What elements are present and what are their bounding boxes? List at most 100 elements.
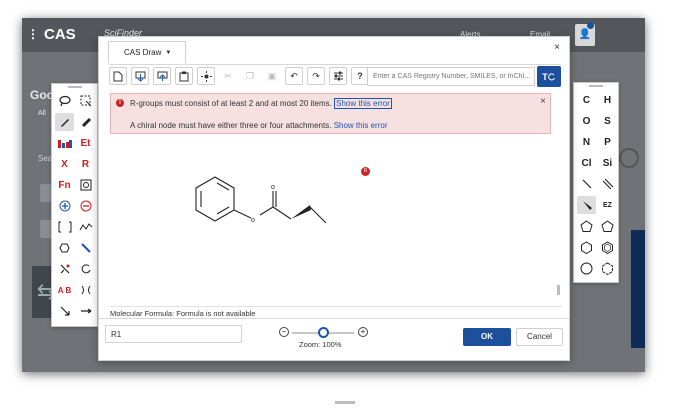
pencil-icon[interactable] — [55, 113, 74, 131]
settings-sliders-icon[interactable] — [329, 67, 347, 85]
zoom-out-button[interactable]: − — [279, 327, 289, 337]
marquee-select-icon[interactable] — [76, 92, 95, 110]
alert-close-button[interactable]: × — [540, 96, 546, 107]
carbonyl-double-bond — [272, 191, 277, 207]
cas-draw-dialog: CAS Draw ▼ × ✂ ❐ ▣ ↶ ↷ ? T — [98, 36, 570, 404]
cyclohexane-icon[interactable] — [577, 238, 596, 256]
cancel-button[interactable]: Cancel — [516, 328, 563, 346]
ring-fusion-icon[interactable] — [55, 239, 74, 257]
tab-label: CAS Draw — [124, 48, 162, 57]
atom-label-tool[interactable]: A B — [55, 281, 74, 299]
tab-cas-draw[interactable]: CAS Draw ▼ — [108, 41, 186, 63]
eraser-icon[interactable] — [76, 113, 95, 131]
palette-grip[interactable] — [574, 83, 618, 89]
benzene-icon[interactable] — [598, 238, 617, 256]
cyclopentane-icon[interactable] — [577, 217, 596, 235]
ok-button[interactable]: OK — [463, 328, 511, 346]
periodic-table-icon[interactable] — [55, 134, 74, 152]
arrow-right-icon[interactable] — [76, 302, 95, 320]
lasso-icon[interactable] — [55, 92, 74, 110]
error-marker[interactable]: R — [361, 167, 370, 176]
arrow-diagonal-icon[interactable] — [55, 302, 74, 320]
new-document-icon[interactable] — [109, 67, 127, 85]
zoom-slider-handle[interactable] — [318, 327, 329, 338]
cut-icon[interactable]: ✂ — [219, 67, 237, 85]
draw-toolbar: ✂ ❐ ▣ ↶ ↷ ? T — [109, 64, 561, 87]
cas-search-input[interactable] — [367, 67, 535, 86]
cyclopentane-alt-icon[interactable] — [598, 217, 617, 235]
paste-icon[interactable]: ▣ — [263, 67, 281, 85]
right-tool-palette: C H O S N P Cl Si EZ — [573, 82, 619, 283]
chain-icon[interactable] — [76, 218, 95, 236]
palette-grip[interactable] — [52, 84, 97, 90]
footer-divider — [99, 318, 569, 319]
horizontal-scrollbar[interactable] — [335, 401, 355, 404]
oxygen-label: o — [251, 217, 255, 224]
dialog-close-button[interactable]: × — [554, 42, 560, 53]
bg-navy-panel — [631, 230, 645, 348]
nitrogen-atom-button[interactable]: N — [577, 133, 596, 151]
oxygen-atom-button[interactable]: O — [577, 112, 596, 130]
refresh-icon — [547, 72, 555, 80]
copy-icon[interactable]: ❐ — [241, 67, 259, 85]
import-icon[interactable] — [131, 67, 149, 85]
benzene-inner-bonds — [200, 182, 230, 215]
carbonyl-oxygen-label: o — [271, 184, 275, 191]
chlorine-atom-button[interactable]: Cl — [577, 154, 596, 172]
rotate-icon[interactable] — [76, 260, 95, 278]
sulfur-atom-button[interactable]: S — [598, 112, 617, 130]
cycloheptane-icon[interactable] — [577, 259, 596, 277]
rgroup-input[interactable] — [105, 325, 242, 343]
redo-icon[interactable]: ↷ — [307, 67, 325, 85]
molecular-formula: Molecular Formula: Formula is not availa… — [110, 306, 562, 318]
negative-charge-icon[interactable] — [76, 197, 95, 215]
show-error-link-2[interactable]: Show this error — [334, 121, 388, 130]
wedge-bond-icon[interactable] — [577, 196, 596, 214]
undo-icon[interactable]: ↶ — [285, 67, 303, 85]
drawing-canvas[interactable]: o o R — [110, 135, 562, 404]
bg-sub-fragment: All — [38, 110, 46, 117]
bracket-icon[interactable] — [55, 218, 74, 236]
bond-carbonyl-alpha — [272, 206, 292, 220]
bond-terminal-methyl — [309, 206, 327, 224]
zoom-level: Zoom: 100% — [299, 340, 342, 349]
notification-dot — [587, 22, 594, 29]
submit-search-button[interactable]: T — [537, 66, 561, 87]
wedge-bond — [291, 205, 311, 219]
show-error-link-1[interactable]: Show this error — [334, 98, 392, 109]
function-group-tool[interactable]: Fn — [55, 176, 74, 194]
center-icon[interactable] — [197, 67, 215, 85]
alert-line-2: A chiral node must have either three or … — [130, 121, 387, 130]
clipboard-icon[interactable] — [175, 67, 193, 85]
menu-icon[interactable]: ⋮ — [27, 27, 39, 41]
rgroup-tool[interactable]: R — [76, 155, 95, 173]
bond-stereo-icon[interactable] — [76, 239, 95, 257]
ethyl-tool[interactable]: Et — [76, 134, 95, 152]
error-icon: ! — [116, 99, 124, 107]
chevron-down-icon: ▼ — [165, 49, 172, 56]
silicon-atom-button[interactable]: Si — [598, 154, 617, 172]
mirror-icon[interactable] — [76, 281, 95, 299]
export-icon[interactable] — [153, 67, 171, 85]
bg-search-icon — [619, 148, 639, 168]
bond-ring-oxygen — [233, 209, 252, 219]
ez-stereo-tool[interactable]: EZ — [598, 196, 617, 214]
single-bond-icon[interactable] — [577, 175, 596, 193]
error-alert: ! R-groups must consist of at least 2 an… — [110, 93, 551, 134]
vertical-scrollbar[interactable] — [557, 285, 560, 295]
benzene-ring — [195, 176, 235, 222]
cas-logo: CAS — [44, 26, 76, 43]
hydrogen-atom-button[interactable]: H — [598, 91, 617, 109]
zoom-in-button[interactable]: + — [358, 327, 368, 337]
alert-message-2: A chiral node must have either three or … — [130, 121, 332, 130]
double-bond-icon[interactable] — [598, 175, 617, 193]
phosphorus-atom-button[interactable]: P — [598, 133, 617, 151]
alert-line-1: R-groups must consist of at least 2 and … — [130, 98, 392, 109]
left-tool-palette: Et X R Fn A B — [51, 83, 98, 327]
template-icon[interactable] — [76, 176, 95, 194]
positive-charge-icon[interactable] — [55, 197, 74, 215]
reaction-map-icon[interactable] — [55, 260, 74, 278]
cyclohexane-alt-icon[interactable] — [598, 259, 617, 277]
halogen-tool[interactable]: X — [55, 155, 74, 173]
carbon-atom-button[interactable]: C — [577, 91, 596, 109]
